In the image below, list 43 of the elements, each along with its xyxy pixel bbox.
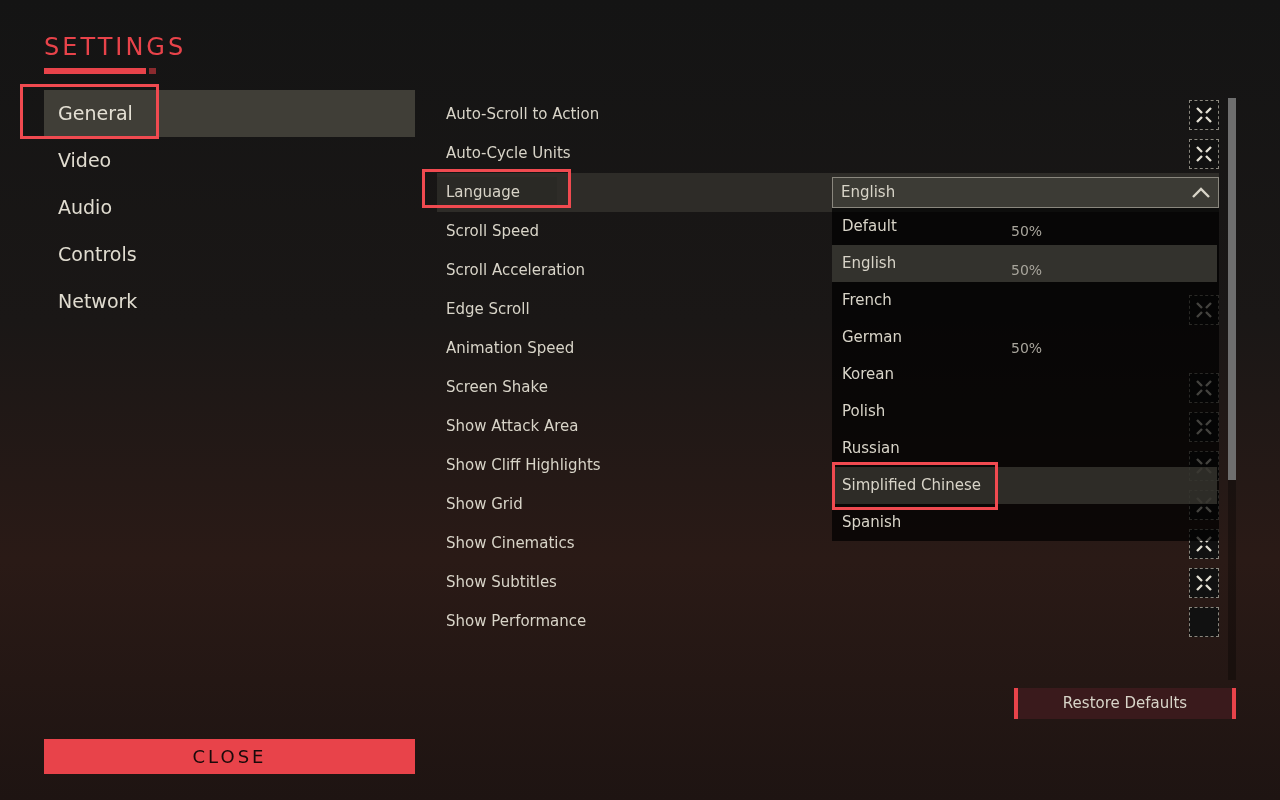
setting-label: Show Cliff Highlights <box>445 455 601 477</box>
setting-value: 50% <box>1011 222 1043 241</box>
dropdown-option[interactable]: Default <box>842 208 897 245</box>
setting-label: Scroll Speed <box>445 221 539 243</box>
sidebar-tab[interactable]: Audio <box>44 184 415 231</box>
setting-label: Show Subtitles <box>445 572 557 594</box>
checkbox[interactable] <box>1189 138 1219 169</box>
setting-label: Screen Shake <box>445 377 548 399</box>
sidebar-tab[interactable]: Controls <box>44 231 415 278</box>
scrollbar-thumb[interactable] <box>1228 98 1236 480</box>
setting-label: Show Attack Area <box>445 416 579 438</box>
setting-label: Show Performance <box>445 611 587 633</box>
check-mark-icon <box>1196 106 1212 123</box>
setting-label: Show Cinematics <box>445 533 575 555</box>
chevron-up-icon <box>1192 187 1210 198</box>
language-dropdown[interactable]: English <box>832 177 1219 208</box>
dropdown-option[interactable]: Russian <box>842 430 900 467</box>
dropdown-option[interactable]: Simplified Chinese <box>832 467 1217 504</box>
sidebar-tab[interactable]: Video <box>44 137 415 184</box>
title-underline-mark <box>149 68 156 74</box>
restore-defaults-button[interactable]: Restore Defaults <box>1014 688 1236 719</box>
checkbox[interactable] <box>1189 606 1219 637</box>
dropdown-option[interactable]: Spanish <box>842 504 902 541</box>
setting-value: 50% <box>1011 339 1043 358</box>
dropdown-option[interactable]: French <box>842 282 892 319</box>
setting-label: Edge Scroll <box>445 299 530 321</box>
dropdown-option[interactable]: Korean <box>842 356 895 393</box>
setting-label: Animation Speed <box>445 338 575 360</box>
dropdown-option[interactable]: Polish <box>842 393 886 430</box>
setting-label: Show Grid <box>445 494 523 516</box>
sidebar-tab[interactable]: General <box>44 90 415 137</box>
checkbox[interactable] <box>1189 99 1219 130</box>
setting-label: Auto-Scroll to Action <box>445 104 600 126</box>
check-mark-icon <box>1196 574 1212 591</box>
dropdown-option[interactable]: German <box>842 319 903 356</box>
sidebar-tab[interactable]: Network <box>44 278 415 325</box>
settings-title: SETTINGS <box>44 32 188 62</box>
setting-label: Scroll Acceleration <box>445 260 586 282</box>
setting-label: Auto-Cycle Units <box>445 143 571 165</box>
setting-value: 50% <box>1011 261 1043 280</box>
checkbox[interactable] <box>1189 567 1219 598</box>
check-mark-icon <box>1196 145 1212 162</box>
close-button[interactable]: CLOSE <box>44 739 415 774</box>
